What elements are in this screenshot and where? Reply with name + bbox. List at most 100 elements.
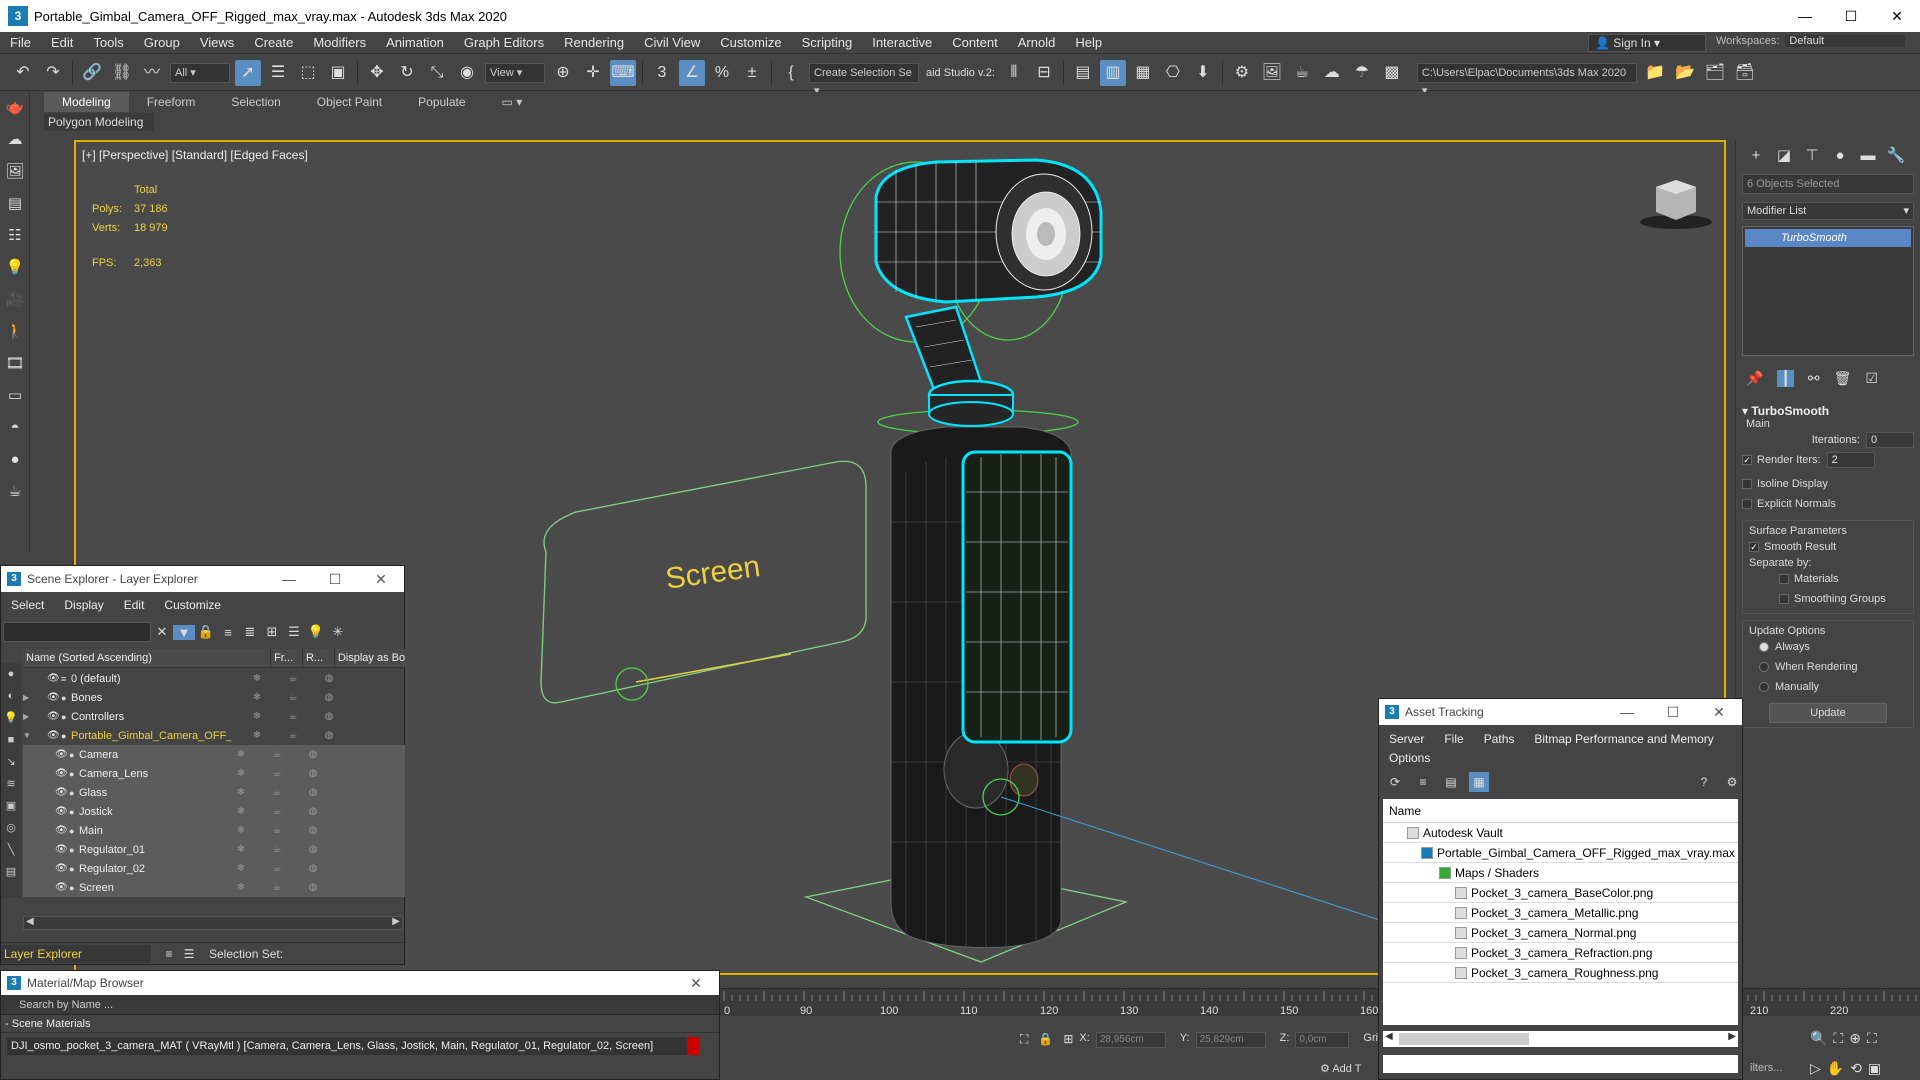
layer-row[interactable]: ▼👁●Portable_Gimbal_Camera_OFF_Rigged❄☕◍: [23, 726, 405, 745]
edit-named-sets-icon[interactable]: {: [778, 60, 804, 86]
object-row[interactable]: 👁 ● Main ❄ ☕ ◍: [23, 821, 405, 840]
render-teapot-icon[interactable]: ☕: [259, 768, 295, 779]
when-rendering-radio[interactable]: [1759, 662, 1769, 672]
freeze-icon[interactable]: ❄: [223, 787, 259, 798]
object-name-field[interactable]: 6 Objects Selected: [1742, 174, 1914, 194]
select-manipulate-icon[interactable]: ✛: [580, 60, 606, 86]
visibility-eye-icon[interactable]: 👁: [55, 844, 69, 855]
render-production-icon[interactable]: ☕: [1289, 60, 1315, 86]
viewport-nav-icons[interactable]: 🔍⛶⊕⛶: [1810, 1030, 1883, 1047]
configure-sets-icon[interactable]: ☑: [1865, 370, 1878, 387]
absolute-mode-icon[interactable]: ⊞: [1063, 1032, 1073, 1046]
scene-menu-customize[interactable]: Customize: [154, 598, 231, 612]
ribbon-options-icon[interactable]: ▭ ▾: [484, 92, 541, 112]
freeze-icon[interactable]: ❄: [223, 768, 259, 779]
asset-menu-options[interactable]: Options: [1379, 751, 1440, 765]
layer-row[interactable]: ▶ 👁 ● Bones ❄ ☕ ◍: [23, 688, 405, 707]
scene-menu-edit[interactable]: Edit: [114, 598, 155, 612]
box-icon[interactable]: ▭: [0, 380, 30, 412]
menu-edit[interactable]: Edit: [41, 32, 83, 54]
spinner-snap-icon[interactable]: ±: [739, 60, 765, 86]
angle-snap-icon[interactable]: ∠: [679, 59, 705, 86]
asset-row[interactable]: Autodesk Vault: [1383, 823, 1738, 843]
asset-row[interactable]: Pocket_3_camera_BaseColor.png: [1383, 883, 1738, 903]
render-cloud-icon[interactable]: ☂: [1349, 60, 1375, 86]
box-display-icon[interactable]: ◍: [295, 749, 331, 760]
asset-row[interactable]: Pocket_3_camera_Normal.png: [1383, 923, 1738, 943]
box-display-icon[interactable]: ◍: [295, 825, 331, 836]
make-unique-icon[interactable]: ⚯: [1808, 370, 1820, 387]
camera-tool-icon[interactable]: 🎥: [0, 284, 30, 316]
ribbon-tab-populate[interactable]: Populate: [400, 92, 483, 112]
grid-view-icon[interactable]: ▦: [1469, 772, 1489, 792]
layer-row[interactable]: ▶ 👁 ● Controllers ❄ ☕ ◍: [23, 707, 405, 726]
mirror-icon[interactable]: ⫴: [1001, 60, 1027, 86]
visibility-eye-icon[interactable]: 👁: [55, 825, 69, 836]
percent-snap-icon[interactable]: %: [709, 60, 735, 86]
bone-filter-icon[interactable]: ✳: [327, 624, 349, 640]
scene-close-icon[interactable]: ✕: [358, 571, 404, 588]
schematic-view-icon[interactable]: ⎔: [1160, 60, 1186, 86]
col-display-box[interactable]: Display as Bo: [335, 649, 405, 667]
shape-filter-icon[interactable]: ◐: [1, 685, 21, 707]
image-icon[interactable]: 🖼: [0, 156, 30, 188]
ribbon-tab-object-paint[interactable]: Object Paint: [299, 92, 400, 112]
bind-space-warp-icon[interactable]: 〰: [139, 60, 165, 86]
teapot-icon[interactable]: 🫖: [0, 92, 30, 124]
x-coord-field[interactable]: 28,956cm: [1095, 1032, 1166, 1048]
settings-icon[interactable]: ⚙: [1722, 772, 1742, 792]
render-grid-icon[interactable]: ▩: [1379, 60, 1405, 86]
scene-horizontal-scrollbar[interactable]: ◀ ▶: [23, 916, 403, 930]
visibility-eye-icon[interactable]: 👁: [47, 673, 61, 684]
menu-scripting[interactable]: Scripting: [792, 32, 863, 54]
asset-minimize-icon[interactable]: —: [1604, 704, 1650, 721]
display-tab-icon[interactable]: ▬: [1854, 147, 1882, 164]
material-browser-close-icon[interactable]: ✕: [673, 975, 719, 992]
list-view-icon[interactable]: ≡: [1413, 772, 1433, 792]
hierarchy-tab-icon[interactable]: ⊤: [1798, 146, 1826, 164]
asset-name-header[interactable]: Name: [1383, 799, 1738, 823]
maximize-icon[interactable]: ☐: [1828, 0, 1874, 32]
y-coord-field[interactable]: 25,829cm: [1195, 1032, 1266, 1048]
light-icon[interactable]: 💡: [0, 252, 30, 284]
render-teapot-icon[interactable]: ☕: [259, 882, 295, 893]
box-display-icon[interactable]: ◍: [311, 692, 347, 703]
render-teapot-icon[interactable]: ☕: [259, 787, 295, 798]
refresh-icon[interactable]: ⟳: [1385, 772, 1405, 792]
align-icon[interactable]: ⊟: [1031, 60, 1057, 86]
spacewarp-filter-icon[interactable]: ≋: [1, 773, 21, 795]
menu-arnold[interactable]: Arnold: [1008, 32, 1066, 54]
rotate-icon[interactable]: ↻: [394, 60, 420, 86]
box-display-icon[interactable]: ◍: [295, 787, 331, 798]
table-view-icon[interactable]: ▤: [1441, 772, 1461, 792]
scene-search-input[interactable]: [3, 622, 151, 642]
xref-filter-icon[interactable]: ◎: [1, 817, 21, 839]
menu-modifiers[interactable]: Modifiers: [303, 32, 376, 54]
col-freeze[interactable]: Fr...: [271, 649, 303, 667]
show-end-result-icon[interactable]: ┃: [1777, 369, 1794, 387]
freeze-icon[interactable]: ❄: [223, 806, 259, 817]
object-row[interactable]: 👁 ● Screen ❄ ☕ ◍: [23, 878, 405, 897]
ref-coord-dropdown[interactable]: View ▾: [485, 62, 545, 83]
render-teapot-icon[interactable]: ☕: [259, 806, 295, 817]
box-display-icon[interactable]: ◍: [311, 711, 347, 722]
object-row[interactable]: 👁 ● Regulator_01 ❄ ☕ ◍: [23, 840, 405, 859]
project-folder-icon[interactable]: 📁: [1642, 60, 1668, 86]
ribbon-tab-freeform[interactable]: Freeform: [129, 92, 214, 112]
utilities-tab-icon[interactable]: 🔧: [1882, 146, 1910, 164]
asset-menu-file[interactable]: File: [1434, 732, 1473, 746]
snap-3d-icon[interactable]: 3: [649, 60, 675, 86]
pivot-center-icon[interactable]: ⊕: [550, 60, 576, 86]
box-display-icon[interactable]: ◍: [311, 730, 347, 741]
box-display-icon[interactable]: ◍: [295, 806, 331, 817]
menu-help[interactable]: Help: [1065, 32, 1112, 54]
layer-manager-icon[interactable]: ▤: [1070, 60, 1096, 86]
render-setup-icon[interactable]: ⚙: [1229, 60, 1255, 86]
camera-screen[interactable]: [961, 450, 1073, 744]
visibility-eye-icon[interactable]: 👁: [55, 768, 69, 779]
material-editor-icon[interactable]: ⬇: [1190, 60, 1216, 86]
menu-tools[interactable]: Tools: [83, 32, 133, 54]
explicit-normals-checkbox[interactable]: [1742, 499, 1752, 509]
visibility-eye-icon[interactable]: 👁: [55, 863, 69, 874]
project-recent-icon[interactable]: 🗃: [1732, 60, 1758, 86]
